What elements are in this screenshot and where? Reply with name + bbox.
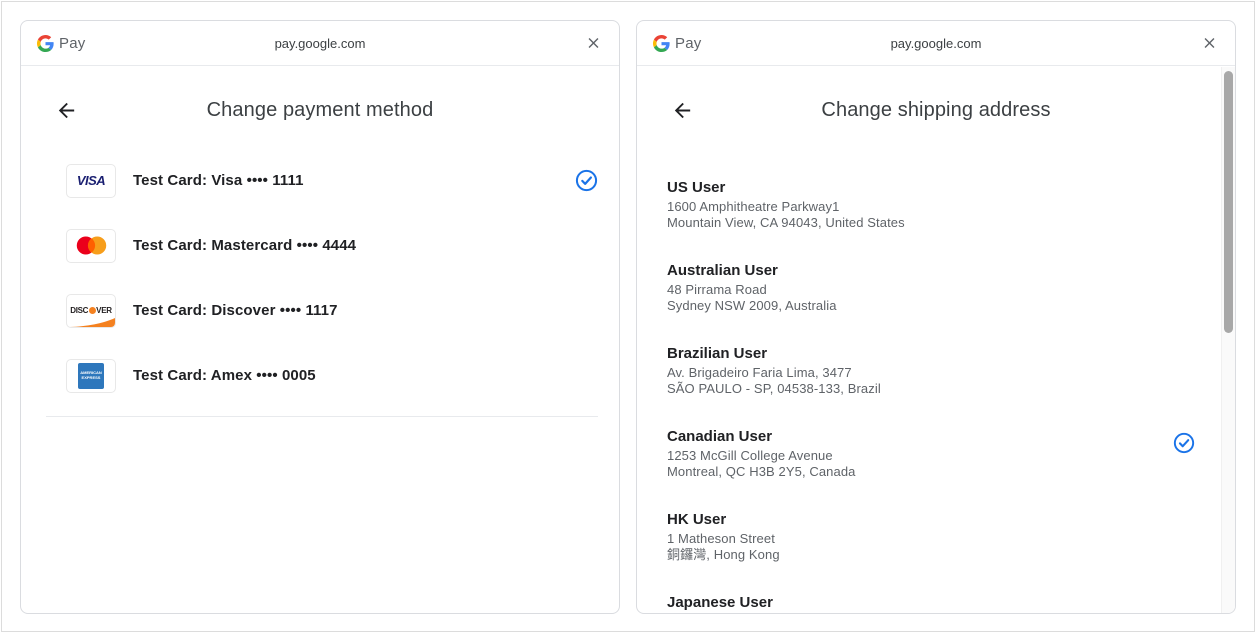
gpay-header: Pay pay.google.com: [637, 21, 1235, 66]
shipping-address-dialog: Pay pay.google.com Change shipping addre…: [636, 20, 1236, 614]
address-name: Japanese User: [667, 593, 1165, 612]
address-line1: 1253 McGill College Avenue: [667, 448, 1165, 464]
divider: [46, 416, 598, 417]
address-line1: 1 Matheson Street: [667, 531, 1165, 547]
card-logo-box: VISA DISCVER AMERICAN: [66, 229, 116, 263]
discover-card-icon: DISC VER: [67, 295, 115, 327]
address-row[interactable]: Brazilian User Av. Brigadeiro Faria Lima…: [667, 344, 1235, 397]
payment-method-row[interactable]: VISA DISCVER AMERICAN: [21, 148, 619, 213]
discover-logo-text: DISC: [70, 306, 88, 315]
mastercard-card-icon: [67, 230, 115, 262]
discover-logo-text: VER: [96, 306, 112, 315]
address-line2: Sydney NSW 2009, Australia: [667, 298, 1165, 314]
address-name: US User: [667, 178, 1165, 197]
amex-logo-text: EXPRESS: [82, 376, 101, 380]
address-line1: 1600 Amphitheatre Parkway1: [667, 199, 1165, 215]
payment-method-row[interactable]: VISA DISCVER AMERICAN: [21, 343, 619, 408]
page-title: Change payment method: [207, 99, 434, 122]
payment-method-row[interactable]: VISA DISCVER AMERICAN: [21, 278, 619, 343]
address-line2: Montreal, QC H3B 2Y5, Canada: [667, 464, 1165, 480]
address-row[interactable]: HK User 1 Matheson Street 銅鑼灣, Hong Kong: [667, 510, 1235, 563]
address-name: Brazilian User: [667, 344, 1165, 363]
gpay-header: Pay pay.google.com: [21, 21, 619, 66]
back-arrow-icon: [55, 99, 78, 122]
selected-check-icon: [575, 169, 598, 192]
address-row[interactable]: Australian User 48 Pirrama Road Sydney N…: [667, 261, 1235, 314]
payment-method-list: VISA DISCVER AMERICAN: [21, 148, 619, 408]
visa-logo-text: VISA: [77, 173, 105, 188]
back-arrow-icon: [671, 99, 694, 122]
gpay-logo: Pay: [653, 35, 701, 52]
gpay-logo-text: Pay: [59, 35, 85, 52]
close-icon: [585, 35, 602, 52]
close-button[interactable]: [1197, 31, 1222, 56]
address-list: US User 1600 Amphitheatre Parkway1 Mount…: [637, 178, 1235, 614]
shipping-titlebar: Change shipping address: [637, 82, 1235, 138]
card-label: Test Card: Mastercard •••• 4444: [133, 237, 356, 254]
address-row[interactable]: US User 1600 Amphitheatre Parkway1 Mount…: [667, 178, 1235, 231]
page-title: Change shipping address: [821, 99, 1050, 122]
google-g-icon: [37, 35, 54, 52]
address-row[interactable]: Canadian User 1253 McGill College Avenue…: [667, 427, 1235, 480]
card-label: Test Card: Amex •••• 0005: [133, 367, 316, 384]
close-icon: [1201, 35, 1218, 52]
payment-titlebar: Change payment method: [21, 82, 619, 138]
card-label: Test Card: Visa •••• 1111: [133, 172, 304, 189]
amex-card-icon: AMERICAN EXPRESS: [67, 360, 115, 392]
selected-check-icon: [1173, 432, 1195, 454]
google-g-icon: [653, 35, 670, 52]
payment-method-dialog: Pay pay.google.com Change payment method…: [20, 20, 620, 614]
scrollbar[interactable]: [1221, 67, 1235, 613]
gpay-logo-text: Pay: [675, 35, 701, 52]
origin-label: pay.google.com: [637, 36, 1235, 51]
address-line2: 銅鑼灣, Hong Kong: [667, 547, 1165, 563]
address-line2: Mountain View, CA 94043, United States: [667, 215, 1165, 231]
card-logo-box: VISA DISCVER AMERICAN: [66, 294, 116, 328]
close-button[interactable]: [581, 31, 606, 56]
discover-orange-dot: [89, 307, 96, 314]
address-name: Australian User: [667, 261, 1165, 280]
address-name: Canadian User: [667, 427, 1165, 446]
address-line1: Av. Brigadeiro Faria Lima, 3477: [667, 365, 1165, 381]
card-label: Test Card: Discover •••• 1117: [133, 302, 338, 319]
origin-label: pay.google.com: [21, 36, 619, 51]
address-line1: 48 Pirrama Road: [667, 282, 1165, 298]
card-logo-box: VISA DISCVER AMERICAN: [66, 164, 116, 198]
card-logo-box: VISA DISCVER AMERICAN: [66, 359, 116, 393]
visa-card-icon: VISA: [67, 165, 115, 197]
address-name: HK User: [667, 510, 1165, 529]
address-line2: SÃO PAULO - SP, 04538-133, Brazil: [667, 381, 1165, 397]
back-button[interactable]: [667, 95, 698, 126]
back-button[interactable]: [51, 95, 82, 126]
payment-method-row[interactable]: VISA DISCVER AMERICAN: [21, 213, 619, 278]
gpay-logo: Pay: [37, 35, 85, 52]
address-row[interactable]: Japanese User Roppongi Hills Mori Tower …: [667, 593, 1235, 614]
scrollbar-thumb[interactable]: [1224, 71, 1233, 333]
